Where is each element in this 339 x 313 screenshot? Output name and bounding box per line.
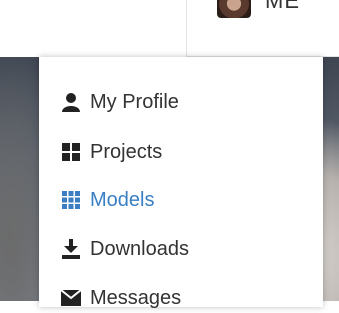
envelope-icon [60, 287, 82, 309]
grid-3x3-icon [60, 189, 82, 211]
menu-item-label: Messages [90, 286, 182, 309]
user-menu-toggle[interactable]: ME [186, 0, 339, 57]
grid-2x2-icon [60, 141, 82, 163]
user-icon [60, 91, 82, 113]
user-dropdown-menu: My Profile Projects Models Downloads Mes… [39, 57, 323, 309]
menu-item-label: Downloads [90, 237, 189, 260]
menu-item-models[interactable]: Models [60, 185, 154, 215]
avatar [217, 0, 251, 18]
menu-item-my-profile[interactable]: My Profile [60, 87, 179, 117]
download-icon [60, 238, 82, 260]
menu-item-label: My Profile [90, 90, 179, 113]
top-bar: ME [0, 0, 339, 57]
menu-item-label: Models [90, 188, 155, 211]
menu-item-projects[interactable]: Projects [60, 137, 162, 167]
menu-item-messages[interactable]: Messages [60, 283, 181, 313]
user-name: ME [265, 0, 300, 13]
menu-item-label: Projects [90, 140, 163, 163]
menu-item-downloads[interactable]: Downloads [60, 234, 189, 264]
